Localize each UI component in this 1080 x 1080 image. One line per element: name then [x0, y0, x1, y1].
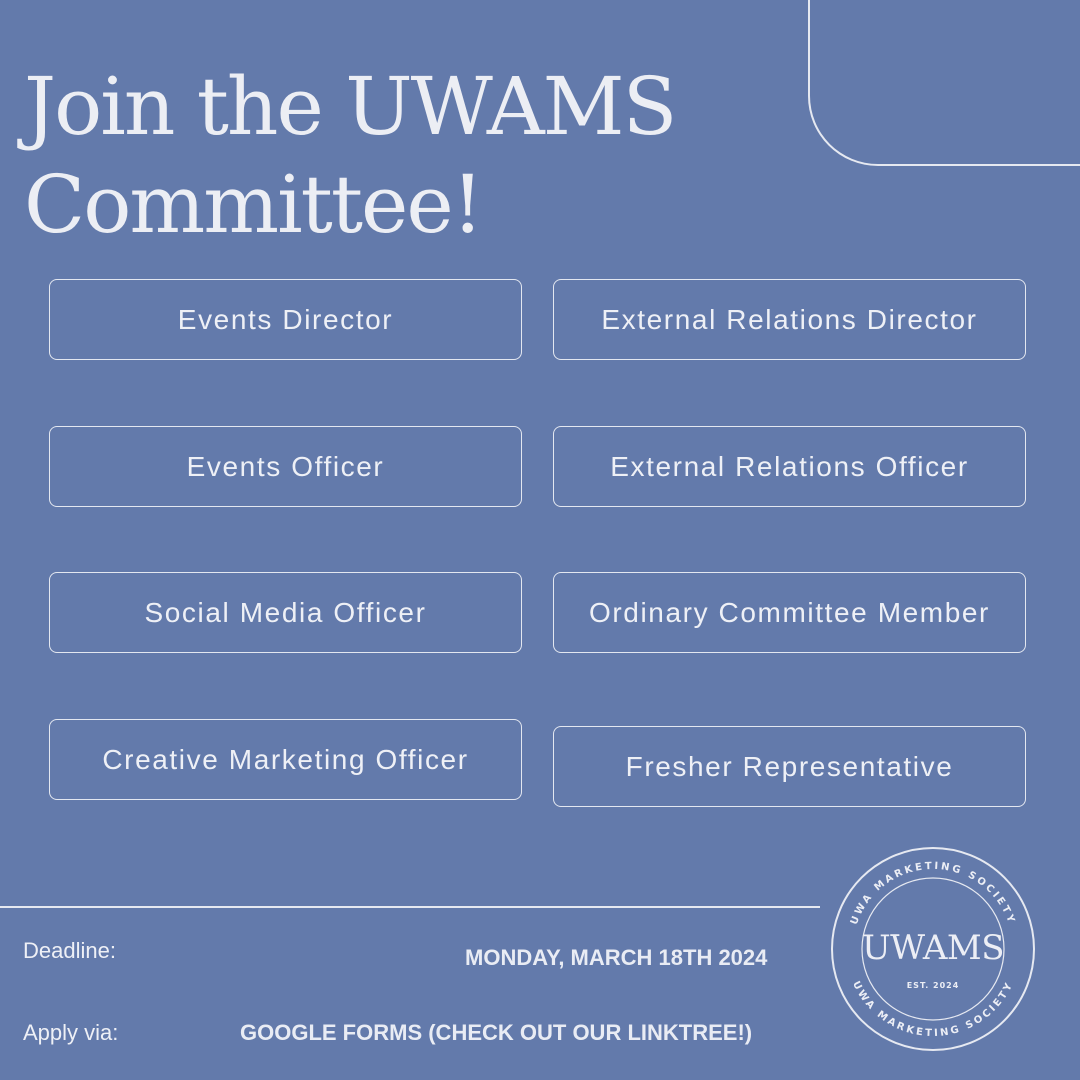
role-fresher-representative: Fresher Representative: [553, 726, 1026, 807]
uwams-logo-seal: UWA MARKETING SOCIETY UWA MARKETING SOCI…: [831, 847, 1035, 1051]
title-line-2: Committee!: [24, 158, 484, 251]
deadline-value: MONDAY, MARCH 18TH 2024: [465, 945, 768, 970]
role-social-media-officer: Social Media Officer: [49, 572, 522, 653]
footer-divider: [0, 906, 820, 908]
page-title: Join the UWAMS Committee!: [24, 58, 677, 254]
seal-wordmark: UWAMS: [862, 928, 1004, 968]
apply-value: GOOGLE FORMS (CHECK OUT OUR LINKTREE!): [240, 1020, 753, 1045]
role-events-director: Events Director: [49, 279, 522, 360]
corner-frame-decoration: [808, 0, 1080, 166]
deadline-label: Deadline:: [23, 938, 116, 963]
role-external-relations-director: External Relations Director: [553, 279, 1026, 360]
title-line-1: Join the UWAMS: [24, 60, 677, 153]
seal-ring-text-top: UWA MARKETING SOCIETY: [849, 861, 1017, 926]
role-events-officer: Events Officer: [49, 426, 522, 507]
role-ordinary-committee-member: Ordinary Committee Member: [553, 572, 1026, 653]
role-external-relations-officer: External Relations Officer: [553, 426, 1026, 507]
role-creative-marketing-officer: Creative Marketing Officer: [49, 719, 522, 800]
seal-est-text: EST. 2024: [907, 981, 960, 990]
apply-label: Apply via:: [23, 1020, 119, 1045]
